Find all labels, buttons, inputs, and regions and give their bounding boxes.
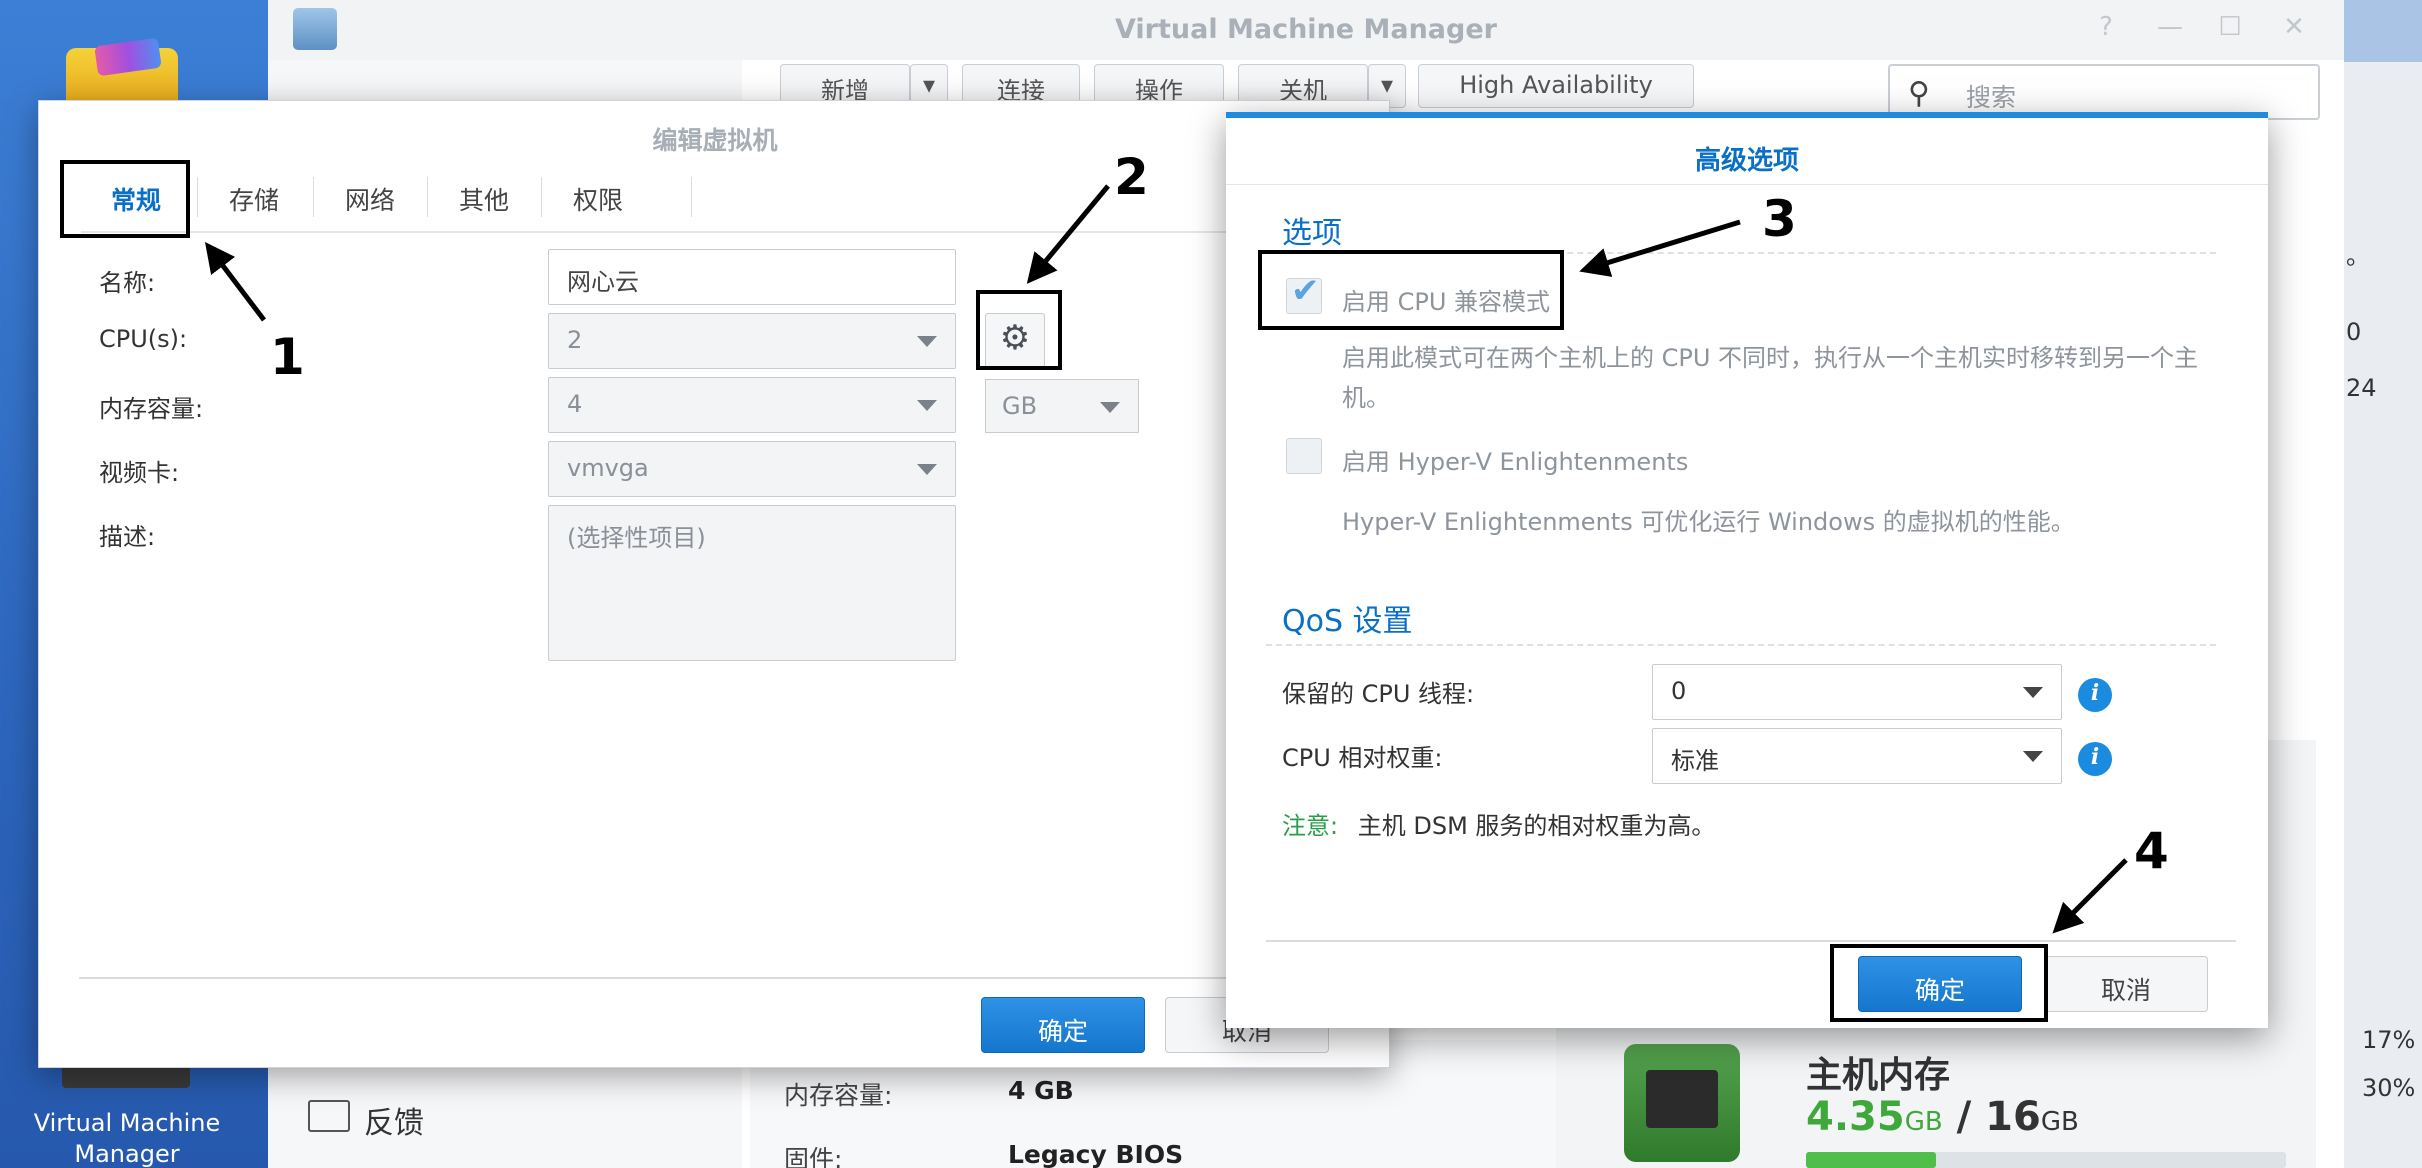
annotation-arrow-2 bbox=[1026, 184, 1110, 284]
annotation-arrow-3 bbox=[1579, 219, 1741, 277]
annotation-arrow-1 bbox=[204, 242, 266, 322]
annotation-arrows bbox=[204, 184, 2128, 934]
annotation-arrow-4 bbox=[2052, 858, 2128, 934]
